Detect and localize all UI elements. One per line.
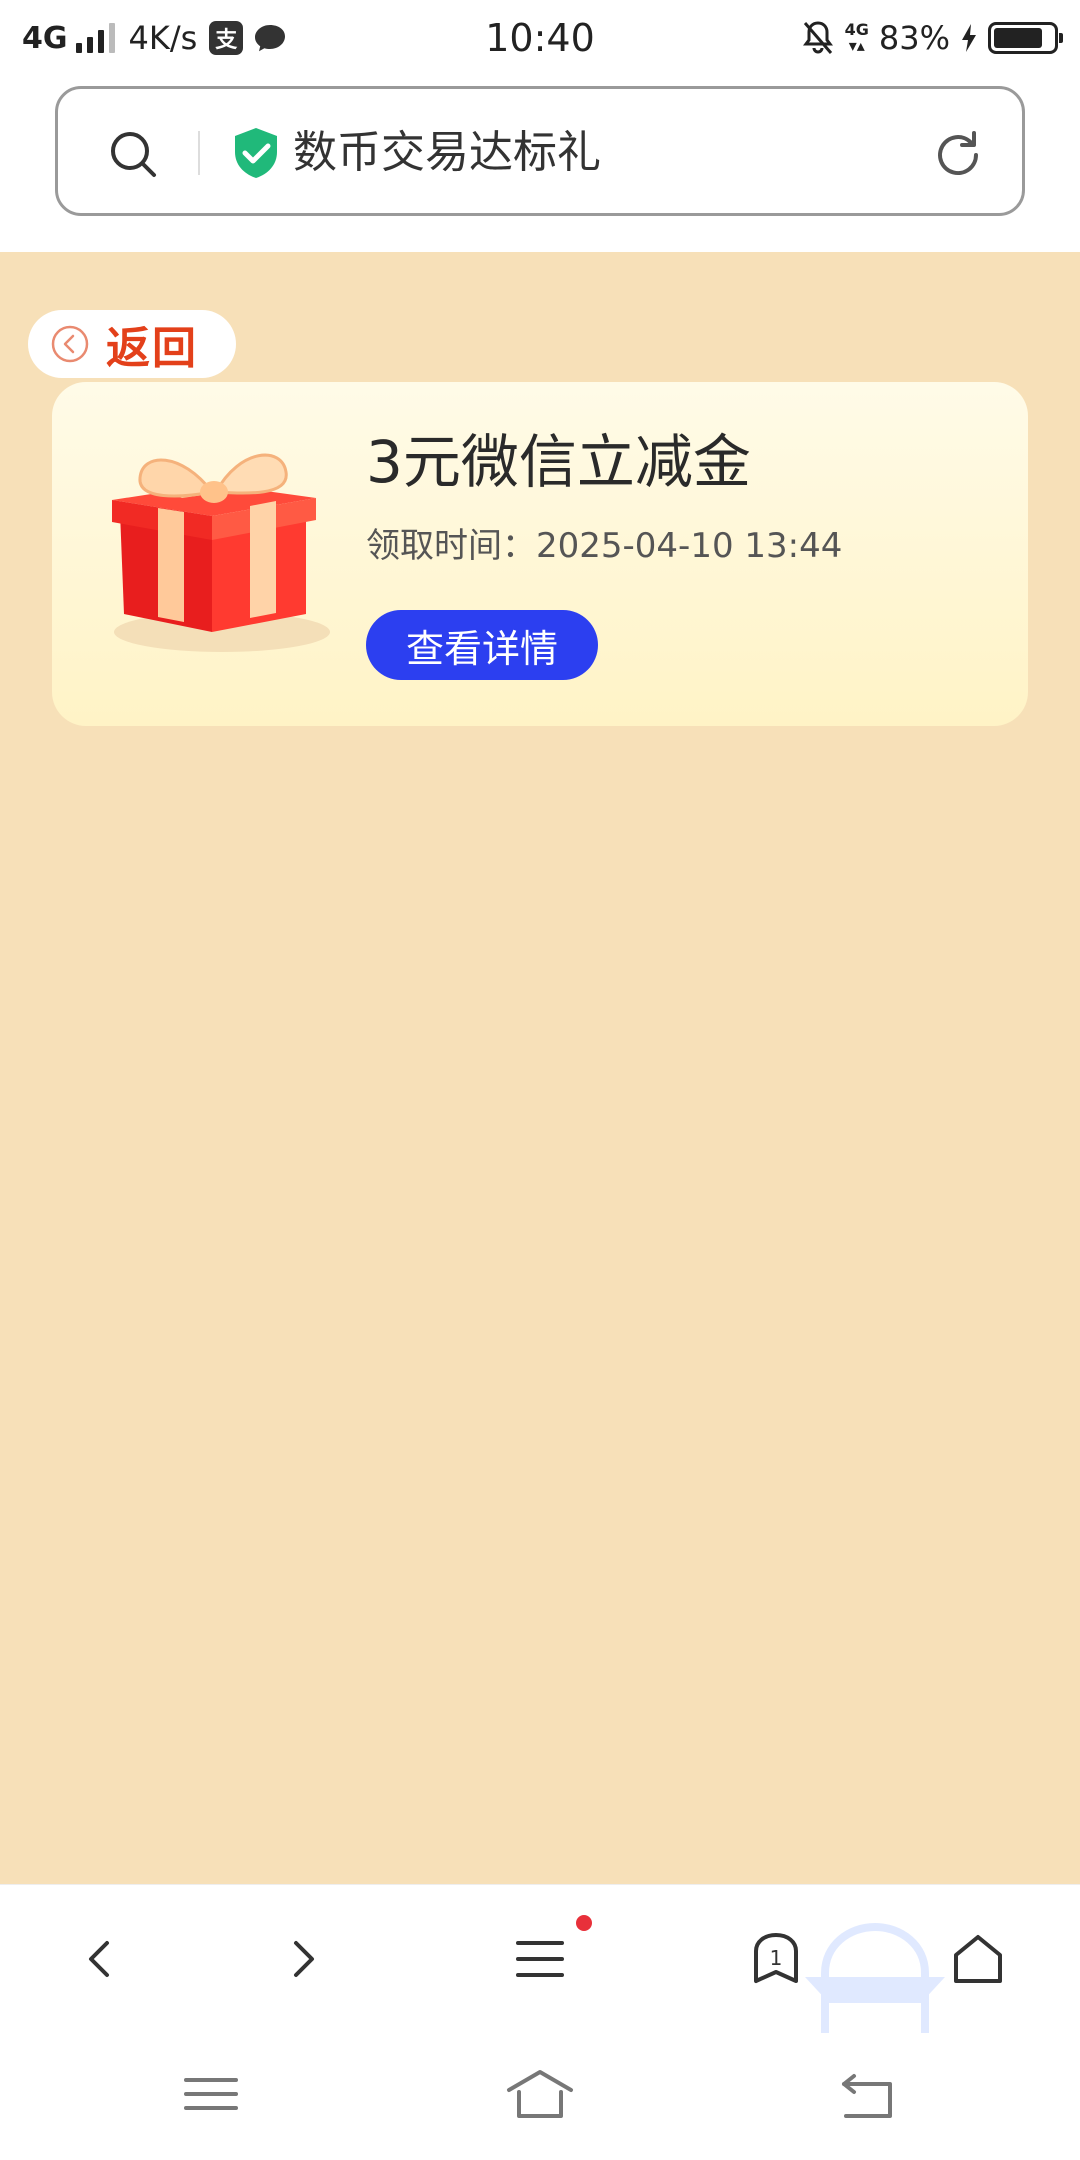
status-bar: 4G 4K/s 支 10:40 4G ▾▴ 83% <box>0 0 1080 76</box>
nav-home-icon[interactable] <box>505 2066 575 2122</box>
gift-box-icon <box>112 453 330 652</box>
network-type: 4G <box>22 20 68 56</box>
reload-icon[interactable] <box>930 127 986 183</box>
view-details-button[interactable]: 查看详情 <box>366 610 598 680</box>
address-divider <box>198 131 200 175</box>
home-icon[interactable] <box>950 1931 1006 1987</box>
search-icon[interactable] <box>108 129 158 179</box>
browser-top-bar: 数币交易达标礼 <box>0 76 1080 252</box>
claim-time-value: 2025-04-10 13:44 <box>536 526 843 566</box>
browser-toolbar: 1 <box>0 1884 1080 2034</box>
chevron-left-icon[interactable] <box>73 1931 129 1987</box>
system-navigation <box>0 2034 1080 2160</box>
tabs-icon[interactable]: 1 <box>748 1931 804 1987</box>
battery-icon <box>988 22 1063 54</box>
back-button[interactable]: 返回 <box>28 310 236 378</box>
page-title[interactable]: 数币交易达标礼 <box>293 123 601 183</box>
page-content: 返回 3元微信立减金 领取时间：2025-04-10 13:44 查看详情 <box>0 252 1080 1884</box>
floating-widget-icon[interactable] <box>805 1923 945 2033</box>
nav-back-icon[interactable] <box>834 2066 904 2122</box>
alipay-notification-icon: 支 <box>209 21 244 55</box>
bell-off-icon <box>802 21 833 54</box>
menu-icon[interactable] <box>512 1931 568 1987</box>
reward-title: 3元微信立减金 <box>366 428 751 496</box>
battery-percent: 83% <box>878 19 950 57</box>
reward-card: 3元微信立减金 领取时间：2025-04-10 13:44 查看详情 <box>52 382 1028 726</box>
status-right: 4G ▾▴ 83% <box>801 14 1063 62</box>
chat-bubble-icon <box>255 25 286 52</box>
claim-time: 领取时间：2025-04-10 13:44 <box>366 522 842 570</box>
back-circle-icon <box>51 325 89 363</box>
shield-check-icon <box>235 128 277 178</box>
network-speed: 4K/s <box>128 19 198 57</box>
address-bar[interactable]: 数币交易达标礼 <box>55 86 1025 216</box>
menu-notification-dot <box>576 1915 592 1931</box>
signal-icon <box>75 23 115 53</box>
svg-text:1: 1 <box>770 1946 783 1970</box>
nav-menu-icon[interactable] <box>176 2066 246 2122</box>
charging-icon <box>962 24 976 52</box>
status-left: 4G 4K/s 支 <box>22 14 287 62</box>
chevron-right-icon[interactable] <box>274 1931 330 1987</box>
back-label: 返回 <box>106 323 198 374</box>
small-network-icon: 4G ▾▴ <box>844 20 869 55</box>
claim-time-label: 领取时间： <box>366 526 536 566</box>
